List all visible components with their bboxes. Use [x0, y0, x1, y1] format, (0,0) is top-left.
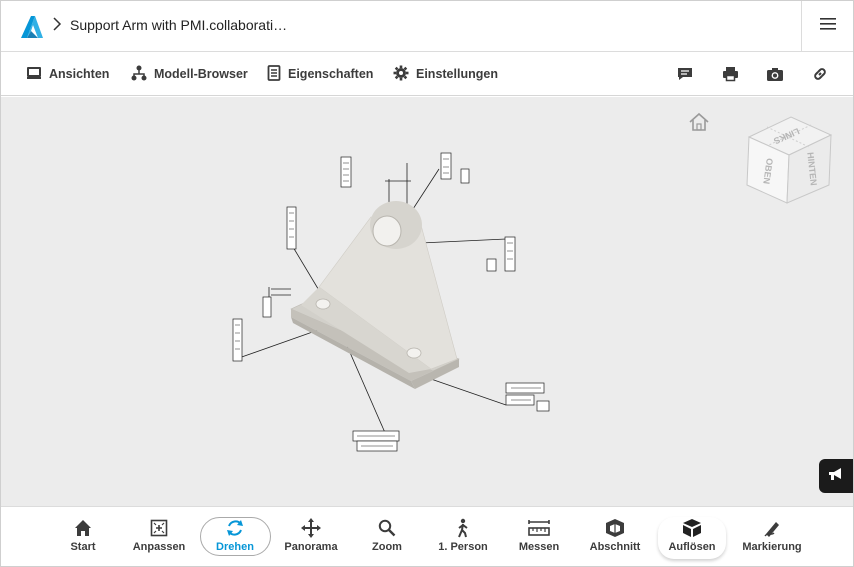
tool-zoom-label: Zoom: [372, 541, 402, 553]
menu-button[interactable]: [801, 1, 853, 52]
model-tree-icon: [131, 65, 147, 84]
viewer-window: Support Arm with PMI.collaborati… Ansich…: [0, 0, 854, 567]
walk-icon: [455, 517, 471, 539]
tool-first-person-label: 1. Person: [438, 541, 488, 553]
tool-start-label: Start: [70, 541, 96, 553]
main-toolbar: Ansichten Modell-Browser Eigenschaften E…: [1, 52, 853, 96]
home-icon: [74, 517, 92, 539]
fit-icon: [150, 517, 168, 539]
zoom-icon: [378, 517, 396, 539]
tool-explode-label: Auflösen: [668, 541, 716, 553]
settings-label: Einstellungen: [416, 67, 498, 81]
view-cube[interactable]: LINKS OBEN HINTEN: [741, 111, 841, 216]
model-browser-label: Modell-Browser: [154, 67, 248, 81]
model-browser-button[interactable]: Modell-Browser: [131, 52, 248, 96]
home-view-icon[interactable]: [687, 111, 711, 138]
tool-measure-label: Messen: [518, 541, 560, 553]
feedback-button[interactable]: [819, 459, 853, 493]
model-canvas: [232, 152, 550, 452]
tool-start[interactable]: Start: [48, 517, 118, 559]
bottom-toolbar: Start Anpassen Drehen Panorama Zoom 1. P…: [1, 506, 853, 566]
print-icon[interactable]: [721, 65, 739, 83]
views-label: Ansichten: [49, 67, 110, 81]
tool-orbit-label: Drehen: [216, 541, 254, 553]
tool-markup-label: Markierung: [742, 541, 802, 553]
tool-section[interactable]: Abschnitt: [580, 517, 650, 559]
explode-icon: [682, 517, 702, 539]
chevron-right-icon: [52, 16, 62, 36]
top-bar: Support Arm with PMI.collaborati…: [1, 1, 853, 52]
tool-markup[interactable]: Markierung: [737, 517, 807, 559]
orbit-icon: [225, 517, 245, 539]
document-title: Support Arm with PMI.collaborati…: [70, 17, 288, 33]
properties-label: Eigenschaften: [288, 67, 374, 81]
tool-orbit[interactable]: Drehen: [200, 517, 270, 559]
markup-icon: [762, 517, 782, 539]
tool-measure[interactable]: Messen: [504, 517, 574, 559]
section-icon: [605, 517, 625, 539]
tool-zoom[interactable]: Zoom: [352, 517, 422, 559]
gear-icon: [393, 65, 409, 84]
camera-icon[interactable]: [766, 65, 784, 83]
views-button[interactable]: Ansichten: [26, 52, 109, 96]
megaphone-icon: [827, 466, 845, 487]
settings-button[interactable]: Einstellungen: [393, 52, 498, 96]
tool-explode[interactable]: Auflösen: [657, 517, 727, 559]
tool-pan-label: Panorama: [284, 541, 338, 553]
measure-icon: [528, 517, 550, 539]
tool-section-label: Abschnitt: [589, 541, 641, 553]
document-icon: [267, 64, 281, 84]
comment-icon[interactable]: [676, 65, 694, 83]
tool-fit-label: Anpassen: [132, 541, 186, 553]
link-icon[interactable]: [811, 65, 829, 83]
tool-fit[interactable]: Anpassen: [124, 517, 194, 559]
properties-button[interactable]: Eigenschaften: [267, 52, 373, 96]
autodesk-logo-icon[interactable]: [19, 14, 45, 40]
pan-icon: [301, 517, 321, 539]
tool-pan[interactable]: Panorama: [276, 517, 346, 559]
monitor-icon: [26, 66, 42, 83]
hamburger-menu-icon: [819, 17, 837, 36]
model-viewport[interactable]: LINKS OBEN HINTEN: [1, 97, 853, 506]
tool-first-person[interactable]: 1. Person: [428, 517, 498, 559]
